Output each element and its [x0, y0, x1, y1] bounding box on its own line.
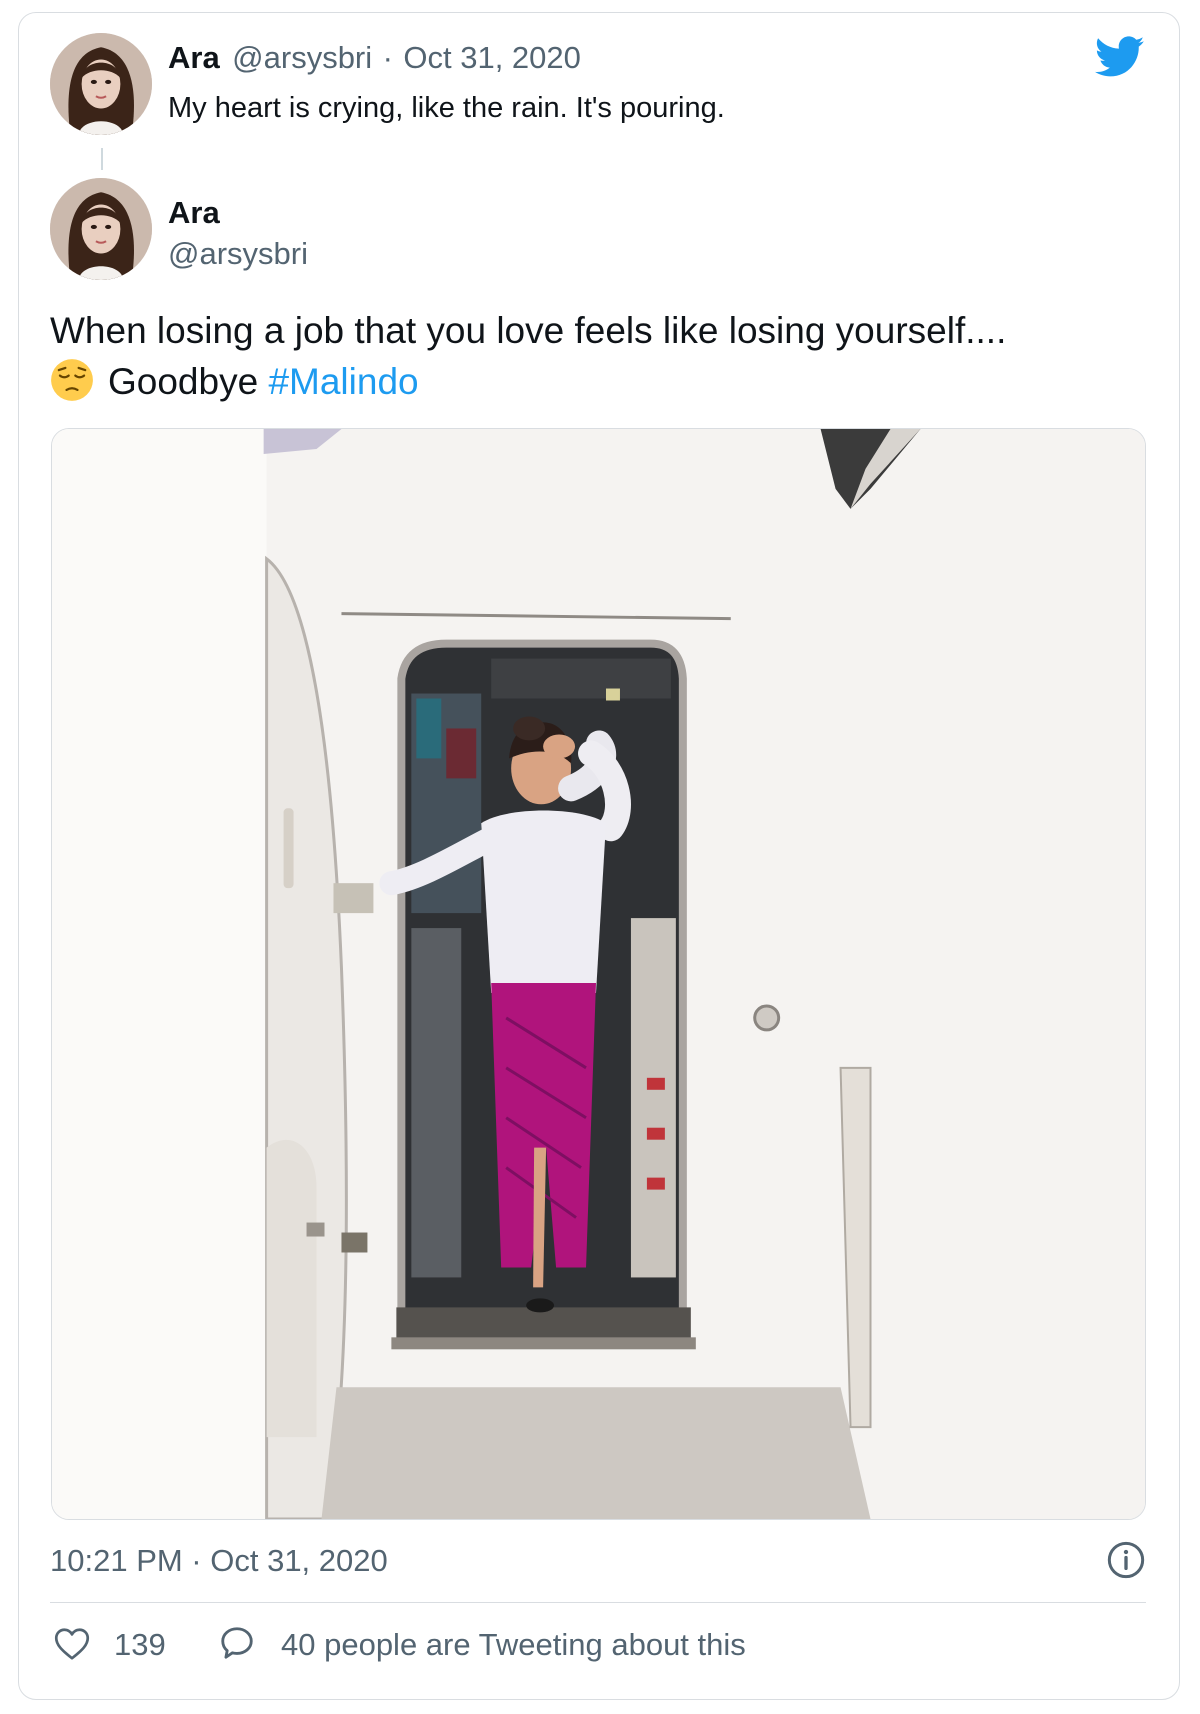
like-count[interactable]: 139 [114, 1627, 166, 1663]
main-avatar[interactable] [50, 178, 152, 280]
tweet-photo[interactable] [51, 428, 1146, 1520]
pensive-face-emoji [51, 359, 93, 401]
engagement-divider [50, 1602, 1146, 1603]
heart-icon[interactable] [54, 1627, 90, 1661]
main-tweet-line1: When losing a job that you love feels li… [50, 310, 1007, 351]
info-icon[interactable] [1106, 1540, 1146, 1580]
thread-connector-line [101, 148, 103, 170]
parent-tweet-header: Ara @arsysbri · Oct 31, 2020 [168, 40, 581, 76]
main-author-name[interactable]: Ara [168, 195, 220, 231]
parent-author-handle[interactable]: @arsysbri [232, 40, 372, 75]
main-tweet-text: When losing a job that you love feels li… [50, 305, 1130, 407]
parent-tweet-date[interactable]: Oct 31, 2020 [403, 40, 581, 75]
parent-tweet-text: My heart is crying, like the rain. It's … [168, 92, 725, 124]
hashtag-link[interactable]: #Malindo [268, 361, 418, 402]
main-author-handle[interactable]: @arsysbri [168, 236, 308, 272]
parent-separator: · [382, 40, 393, 75]
main-tweet-line2: Goodbye #Malindo [50, 356, 1130, 407]
parent-author-name[interactable]: Ara [168, 40, 220, 75]
speech-bubble-icon[interactable] [218, 1624, 256, 1662]
tweet-timestamp[interactable]: 10:21 PM · Oct 31, 2020 [50, 1543, 388, 1579]
tweeting-about-link[interactable]: 40 people are Tweeting about this [281, 1627, 746, 1663]
goodbye-text: Goodbye [108, 361, 259, 402]
twitter-bird-icon[interactable] [1095, 36, 1145, 78]
parent-avatar[interactable] [50, 33, 152, 135]
